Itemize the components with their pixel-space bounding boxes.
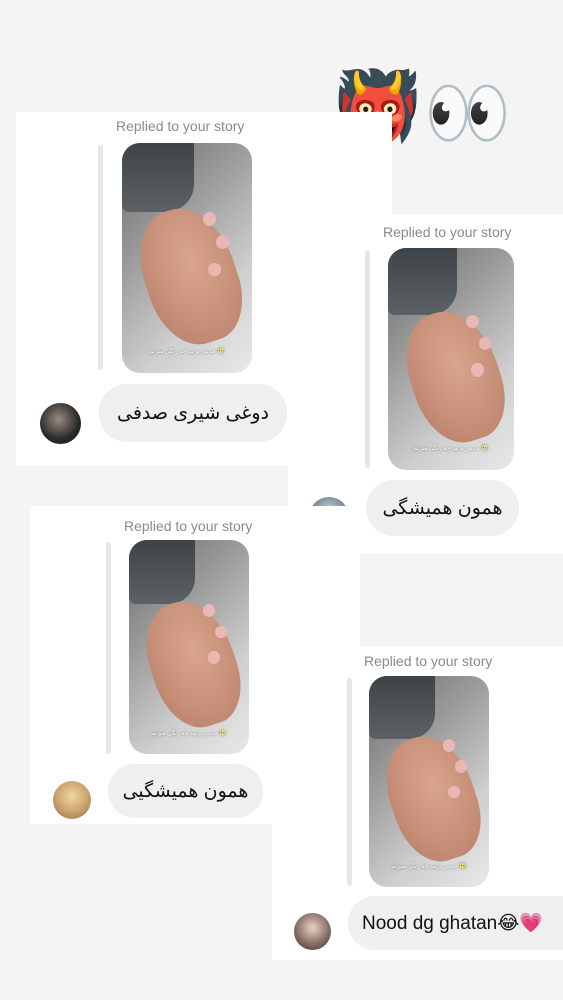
nail-shape	[203, 604, 216, 618]
sender-avatar[interactable]	[53, 781, 91, 819]
story-lamp-shape	[129, 540, 195, 605]
message-bubble[interactable]: Nood dg ghatan😂💗	[348, 896, 563, 950]
story-thumbnail[interactable]: حدس بزنيد چه رنگی ميزنم 😶‍🌫️	[388, 248, 514, 470]
nail-shape	[443, 739, 456, 752]
message-bubble[interactable]: همون همیشگی	[366, 480, 519, 536]
sender-avatar[interactable]	[294, 913, 331, 950]
story-thumbnail[interactable]: حدس بزنيد چه رنگی ميزنم 😶‍🌫️	[129, 540, 249, 754]
story-lamp-shape	[388, 248, 458, 315]
story-hand-shape	[126, 196, 252, 357]
story-caption: حدس بزنيد چه رنگی ميزنم 😶‍🌫️	[151, 730, 227, 737]
nail-shape	[207, 262, 221, 277]
story-caption: حدس بزنيد چه رنگی ميزنم 😶‍🌫️	[391, 864, 467, 871]
quote-bar	[347, 678, 352, 886]
nail-shape	[202, 212, 216, 226]
story-lamp-shape	[369, 676, 435, 740]
story-thumbnail[interactable]: حدس بزنيد چه رنگی ميزنم 😶‍🌫️	[122, 143, 252, 373]
story-caption: حدس بزنيد چه رنگی ميزنم 😶‍🌫️	[149, 348, 225, 355]
story-thumbnail[interactable]: حدس بزنيد چه رنگی ميزنم 😶‍🌫️	[369, 676, 489, 887]
replied-to-story-label: Replied to your story	[124, 518, 253, 534]
quote-bar	[106, 542, 111, 754]
quote-bar	[365, 250, 370, 468]
story-caption: حدس بزنيد چه رنگی ميزنم 😶‍🌫️	[413, 446, 489, 453]
story-hand-shape	[373, 725, 489, 872]
sender-avatar[interactable]	[40, 403, 81, 444]
replied-to-story-label: Replied to your story	[116, 118, 245, 134]
eyes-icon: 👀	[424, 72, 512, 154]
nail-shape	[215, 235, 229, 249]
message-bubble[interactable]: همون همیشگیی	[108, 764, 263, 818]
story-lamp-shape	[122, 143, 194, 212]
quote-bar	[98, 145, 103, 370]
nail-shape	[471, 363, 484, 377]
replied-to-story-label: Replied to your story	[383, 224, 512, 240]
replied-to-story-label: Replied to your story	[364, 653, 493, 669]
story-hand-shape	[392, 299, 514, 454]
nail-shape	[466, 314, 479, 328]
message-bubble[interactable]: دوغی شیری صدفی	[99, 384, 287, 442]
story-hand-shape	[132, 590, 249, 739]
